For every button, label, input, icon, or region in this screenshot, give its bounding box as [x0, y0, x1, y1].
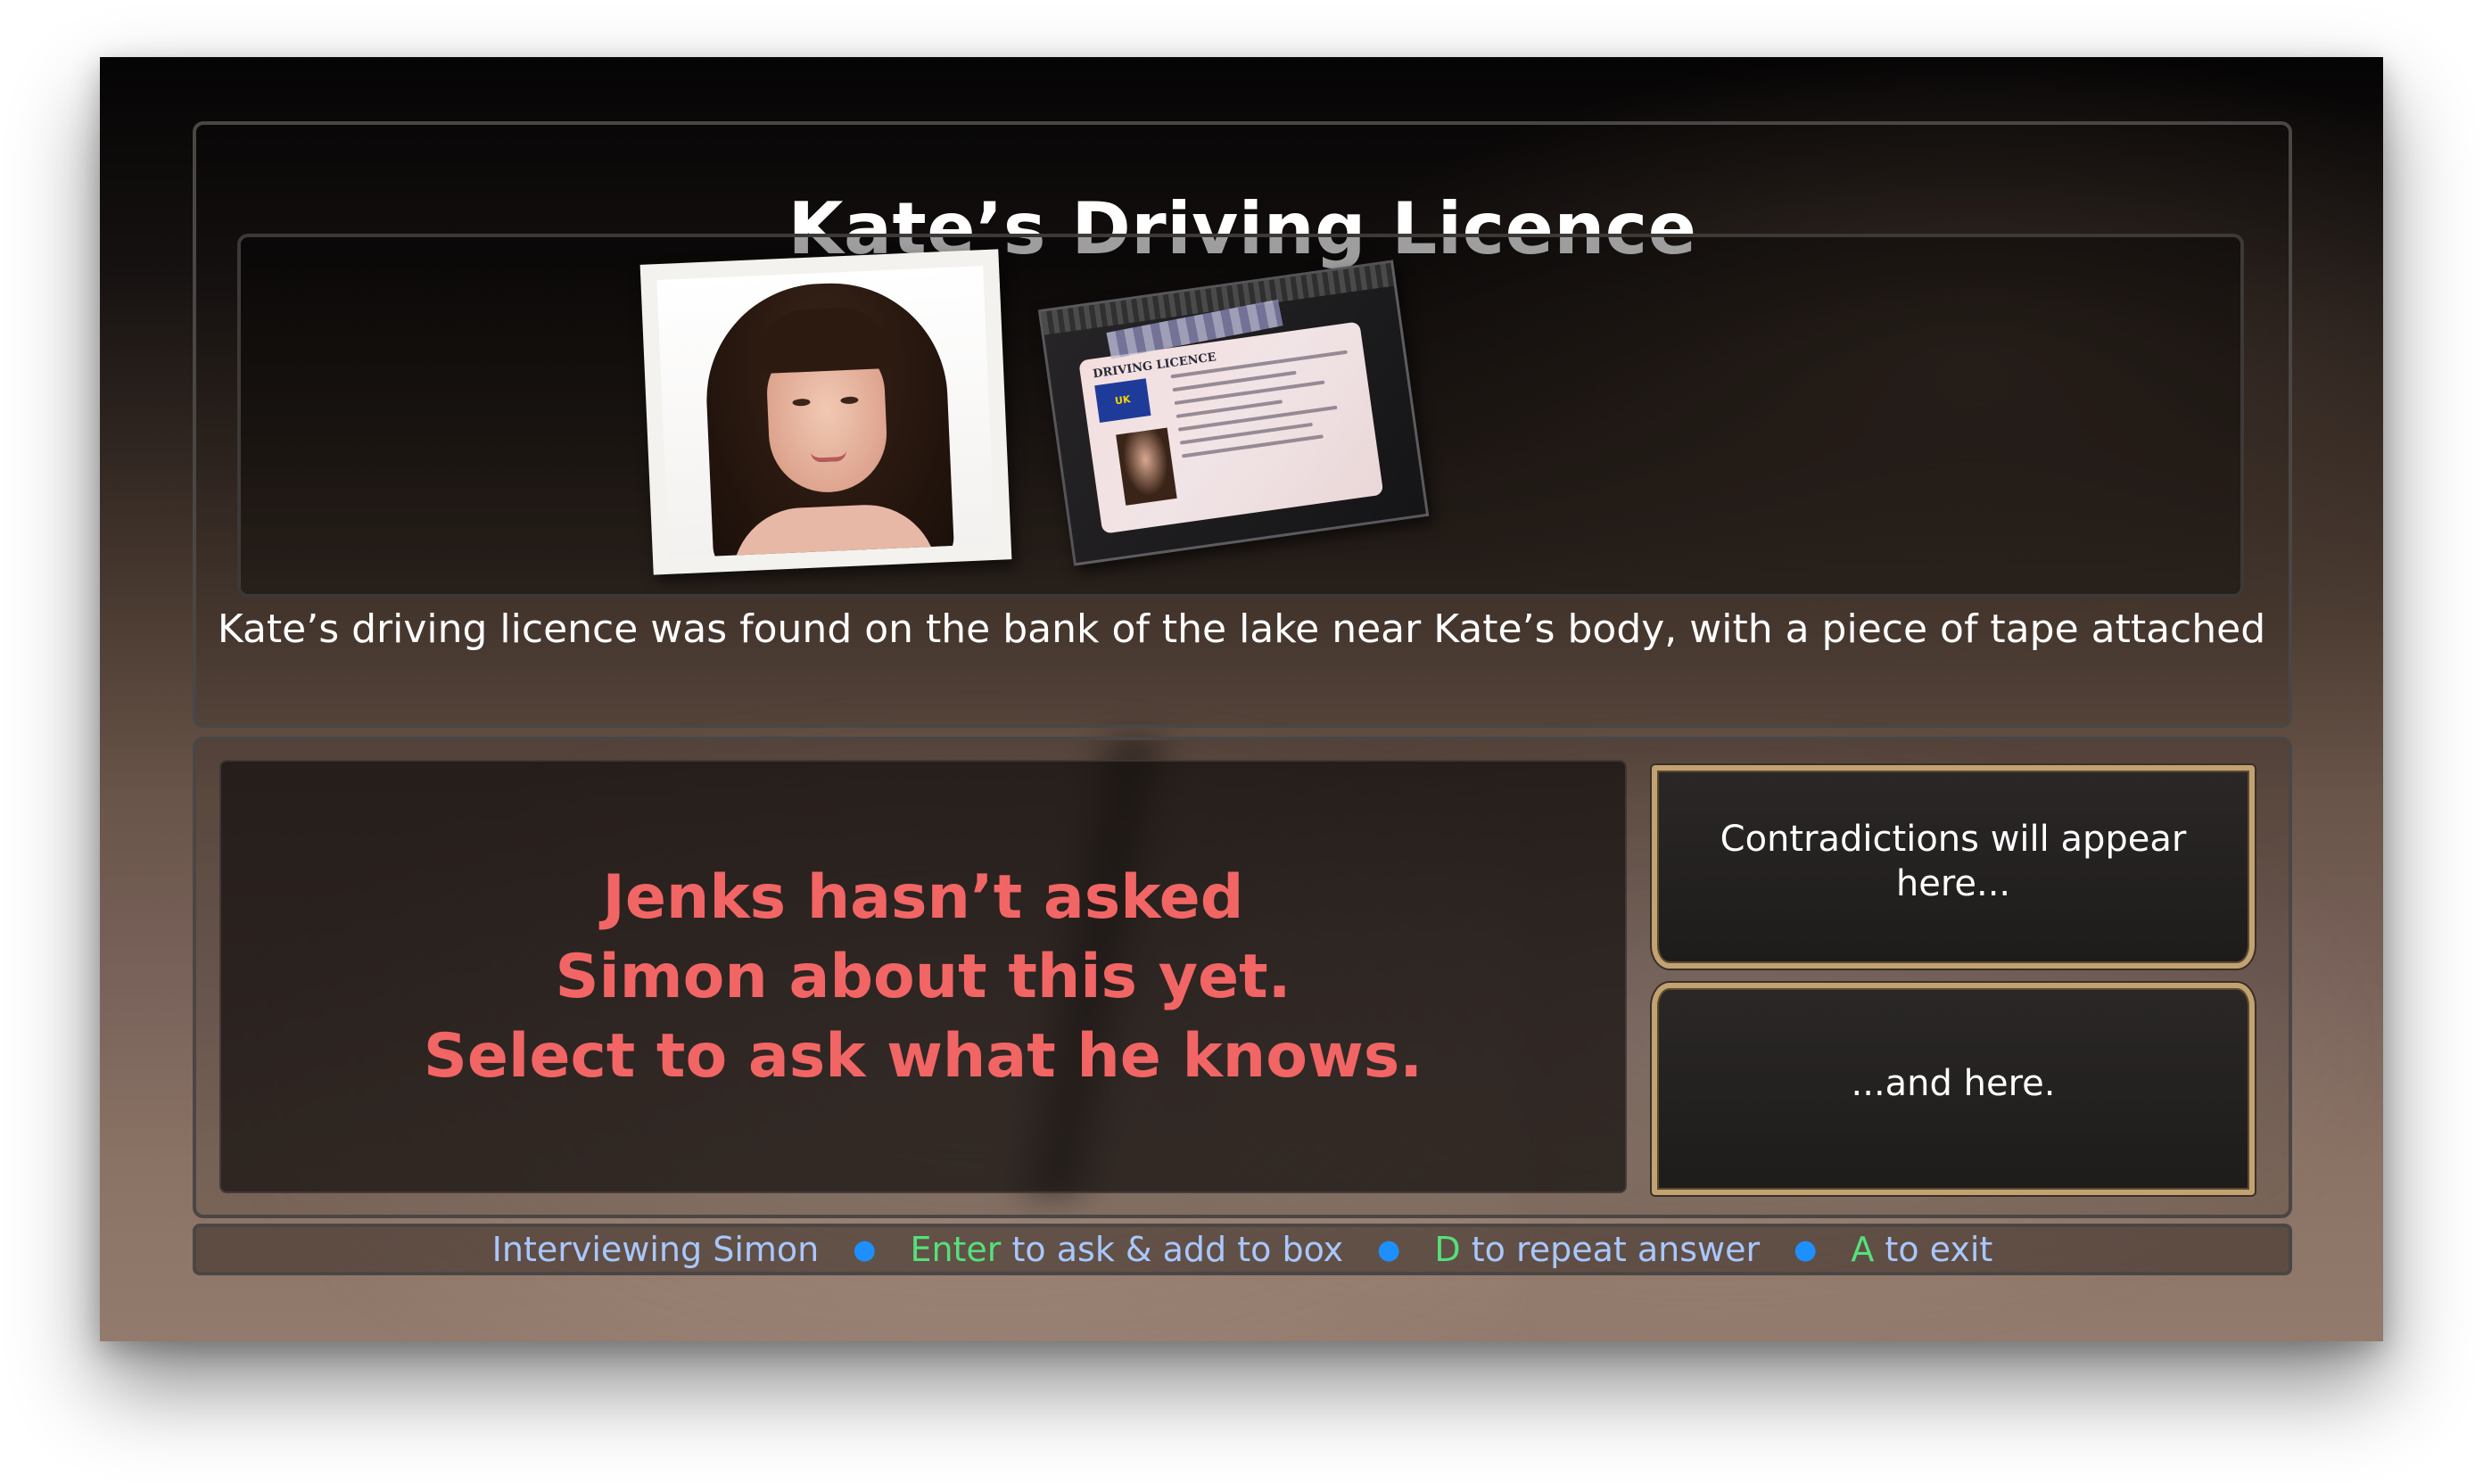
ask-answer-box[interactable]: Jenks hasn’t asked Simon about this yet.…	[219, 760, 1627, 1193]
enter-action-text: to ask & add to box	[1011, 1230, 1344, 1269]
d-action-text: to repeat answer	[1471, 1230, 1761, 1269]
interviewing-label: Interviewing Simon	[491, 1230, 820, 1269]
contradiction-slot-1[interactable]: Contradictions will appear here...	[1652, 765, 2255, 969]
evidence-bag: DRIVING LICENCE UK	[1037, 260, 1430, 566]
separator-dot: ●	[853, 1233, 877, 1266]
game-window: Kate’s Driving Licence DRIVING LICENCE U…	[100, 57, 2383, 1341]
evidence-caption: Kate’s driving licence was found on the …	[217, 606, 2266, 652]
controls-status-bar: Interviewing Simon ● Enter to ask & add …	[193, 1224, 2292, 1275]
licence-photo	[1116, 427, 1177, 506]
eu-flag-icon: UK	[1094, 378, 1151, 423]
a-action-text: to exit	[1885, 1230, 1993, 1269]
contradiction-slot-1-text: Contradictions will appear here...	[1720, 819, 2187, 904]
answer-prompt: Jenks hasn’t asked Simon about this yet.…	[423, 862, 1423, 1092]
evidence-image-panel: DRIVING LICENCE UK	[237, 234, 2244, 598]
a-action-label: to exit	[1874, 1230, 1992, 1269]
separator-dot: ●	[1794, 1233, 1818, 1266]
a-key-hint: A	[1851, 1230, 1875, 1269]
contradiction-slot-2-text: ...and here.	[1851, 1063, 2056, 1104]
kate-portrait	[656, 266, 995, 558]
kate-photo	[639, 249, 1012, 575]
separator-dot: ●	[1377, 1233, 1401, 1266]
d-key-hint: D	[1434, 1230, 1461, 1269]
d-action-label: to repeat answer	[1461, 1230, 1761, 1269]
enter-action-label: to ask & add to box	[1001, 1230, 1344, 1269]
licence-details	[1170, 350, 1360, 468]
contradiction-slot-2[interactable]: ...and here.	[1652, 983, 2255, 1195]
enter-key-hint: Enter	[910, 1230, 1002, 1269]
licence-detail-line	[1177, 405, 1338, 432]
